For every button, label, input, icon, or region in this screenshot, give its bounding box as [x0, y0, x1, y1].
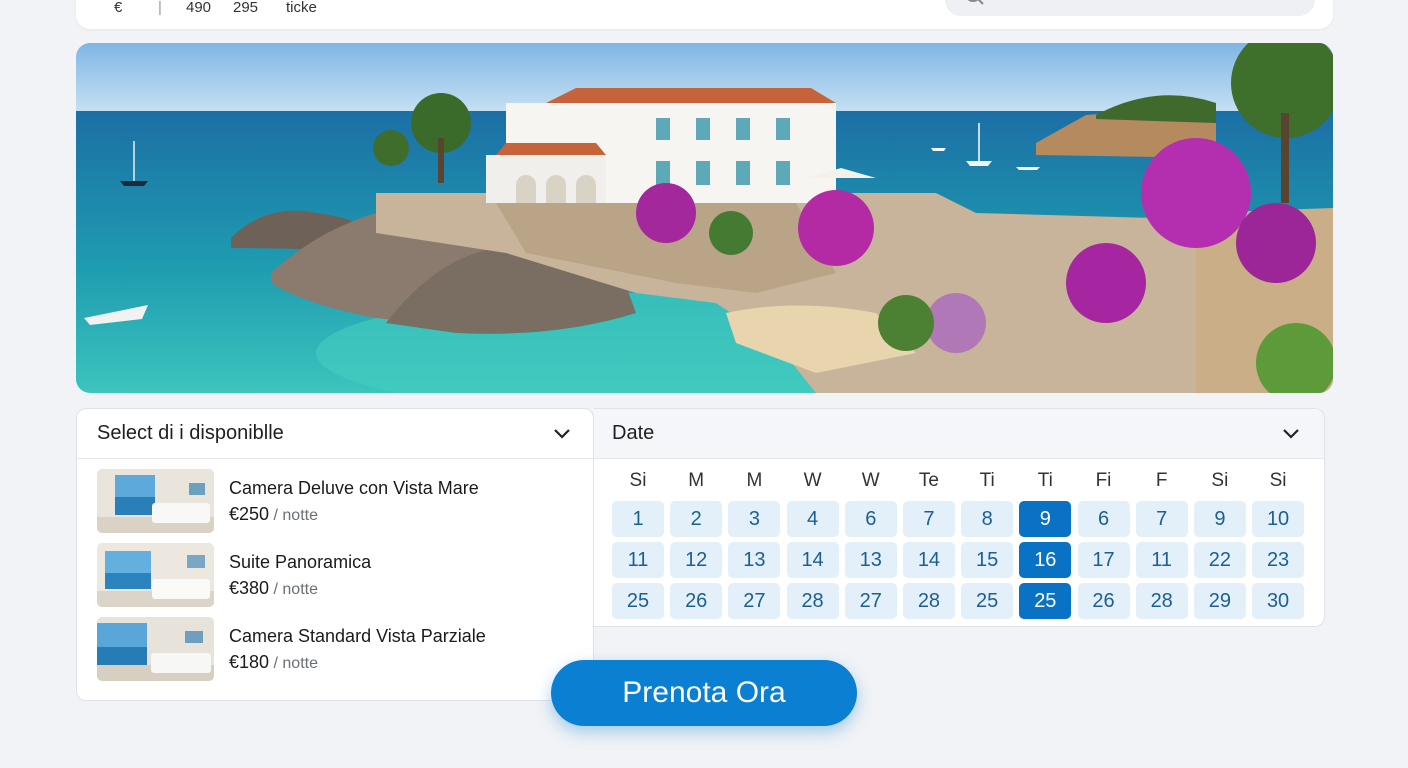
calendar-day[interactable]: 15 [961, 542, 1014, 578]
room-select-label: Select di i disponiblle [97, 422, 284, 444]
book-now-button[interactable]: Prenota Ora [551, 660, 857, 726]
date-label: Date [612, 422, 655, 444]
room-option-standard[interactable]: Camera Standard Vista Parziale €180 / no… [97, 617, 577, 681]
calendar-day[interactable]: 17 [1077, 542, 1130, 578]
weekday-header: Si M M W W Te Ti Ti Fi F Si Si [612, 467, 1306, 495]
calendar-day-selected[interactable]: 16 [1019, 542, 1072, 578]
room-select-dropdown[interactable]: Select di i disponiblle [77, 409, 593, 459]
date-dropdown[interactable]: Date [594, 409, 1324, 459]
room-name: Suite Panoramica [229, 552, 372, 572]
room-select-panel: Select di i disponiblle Camera Deluve co… [76, 408, 594, 701]
calendar-day[interactable]: 10 [1252, 501, 1305, 537]
weekday-label: Si [629, 470, 647, 491]
room-price-unit: / notte [273, 507, 318, 524]
calendar-day[interactable]: 13 [728, 542, 781, 578]
calendar-day[interactable]: 14 [902, 542, 955, 578]
calendar-day[interactable]: 6 [844, 501, 897, 537]
calendar-day[interactable]: 3 [728, 501, 781, 537]
header-currency[interactable]: € [114, 0, 122, 16]
calendar-day[interactable]: 30 [1252, 583, 1305, 619]
room-price-unit: / notte [273, 655, 318, 672]
weekday-label: W [803, 470, 822, 491]
room-price: €250 [229, 504, 270, 524]
hero-image [76, 43, 1333, 393]
calendar-grid: 1 2 3 4 6 7 8 9 6 7 9 10 11 12 13 14 13 14 15 16 17 11 22 23 25 2… [612, 501, 1306, 619]
weekday-label: F [1155, 470, 1168, 491]
calendar-day-selected[interactable]: 25 [1019, 583, 1072, 619]
weekday-label: Ti [979, 470, 995, 491]
calendar-day-selected[interactable]: 9 [1019, 501, 1072, 537]
calendar-day[interactable]: 25 [612, 583, 664, 619]
calendar-day[interactable]: 6 [1077, 501, 1130, 537]
room-price: €380 [229, 578, 270, 598]
weekday-label: Te [918, 470, 939, 491]
search-icon [967, 0, 984, 5]
calendar-day[interactable]: 7 [1135, 501, 1188, 537]
date-picker-panel: Date Si M M W W Te Ti Ti Fi F Si Si 1 2 3 4 6 7 8 9 6 7 9 10 11… [594, 408, 1325, 627]
room-option-deluxe[interactable]: Camera Deluve con Vista Mare €250 / nott… [97, 469, 577, 533]
room-name: Camera Standard Vista Parziale [229, 626, 486, 646]
calendar-day[interactable]: 29 [1193, 583, 1246, 619]
weekday-label: Si [1269, 470, 1287, 491]
calendar-day[interactable]: 14 [786, 542, 839, 578]
chevron-down-icon[interactable] [1282, 428, 1300, 440]
calendar-day[interactable]: 13 [844, 542, 897, 578]
calendar-day[interactable]: 25 [961, 583, 1014, 619]
calendar-day[interactable]: 26 [1077, 583, 1130, 619]
calendar-day[interactable]: 11 [612, 542, 664, 578]
room-price: €180 [229, 652, 270, 672]
header-nav-item-2[interactable]: 295 [233, 0, 258, 16]
weekday-label: Si [1211, 470, 1229, 491]
calendar-day[interactable]: 28 [902, 583, 955, 619]
calendar-day[interactable]: 7 [902, 501, 955, 537]
calendar-day[interactable]: 8 [961, 501, 1014, 537]
weekday-label: W [861, 470, 880, 491]
room-thumbnail [97, 543, 214, 607]
header-nav-item-1[interactable]: 490 [186, 0, 211, 16]
calendar-day[interactable]: 28 [786, 583, 839, 619]
room-thumbnail [97, 469, 214, 533]
room-option-suite[interactable]: Suite Panoramica €380 / notte [97, 543, 577, 607]
header-divider: | [158, 0, 162, 16]
top-header: € | 490 295 ticke [76, 0, 1333, 29]
calendar-day[interactable]: 12 [670, 542, 723, 578]
room-price-unit: / notte [273, 581, 318, 598]
calendar-day[interactable]: 27 [844, 583, 897, 619]
calendar-day[interactable]: 27 [728, 583, 781, 619]
search-input[interactable] [945, 0, 1315, 16]
calendar-day[interactable]: 1 [612, 501, 664, 537]
weekday-label: M [746, 470, 763, 491]
calendar-day[interactable]: 4 [786, 501, 839, 537]
calendar-day[interactable]: 23 [1252, 542, 1305, 578]
calendar-day[interactable]: 2 [670, 501, 723, 537]
weekday-label: Fi [1095, 470, 1112, 491]
calendar-day[interactable]: 26 [670, 583, 723, 619]
room-name: Camera Deluve con Vista Mare [229, 478, 479, 498]
calendar-day[interactable]: 28 [1135, 583, 1188, 619]
calendar-day[interactable]: 9 [1193, 501, 1246, 537]
weekday-label: Ti [1037, 470, 1053, 491]
chevron-down-icon[interactable] [553, 428, 571, 440]
calendar-day[interactable]: 11 [1135, 542, 1188, 578]
weekday-label: M [688, 470, 705, 491]
room-thumbnail [97, 617, 214, 681]
header-nav-item-3[interactable]: ticke [286, 0, 317, 16]
calendar-day[interactable]: 22 [1193, 542, 1246, 578]
